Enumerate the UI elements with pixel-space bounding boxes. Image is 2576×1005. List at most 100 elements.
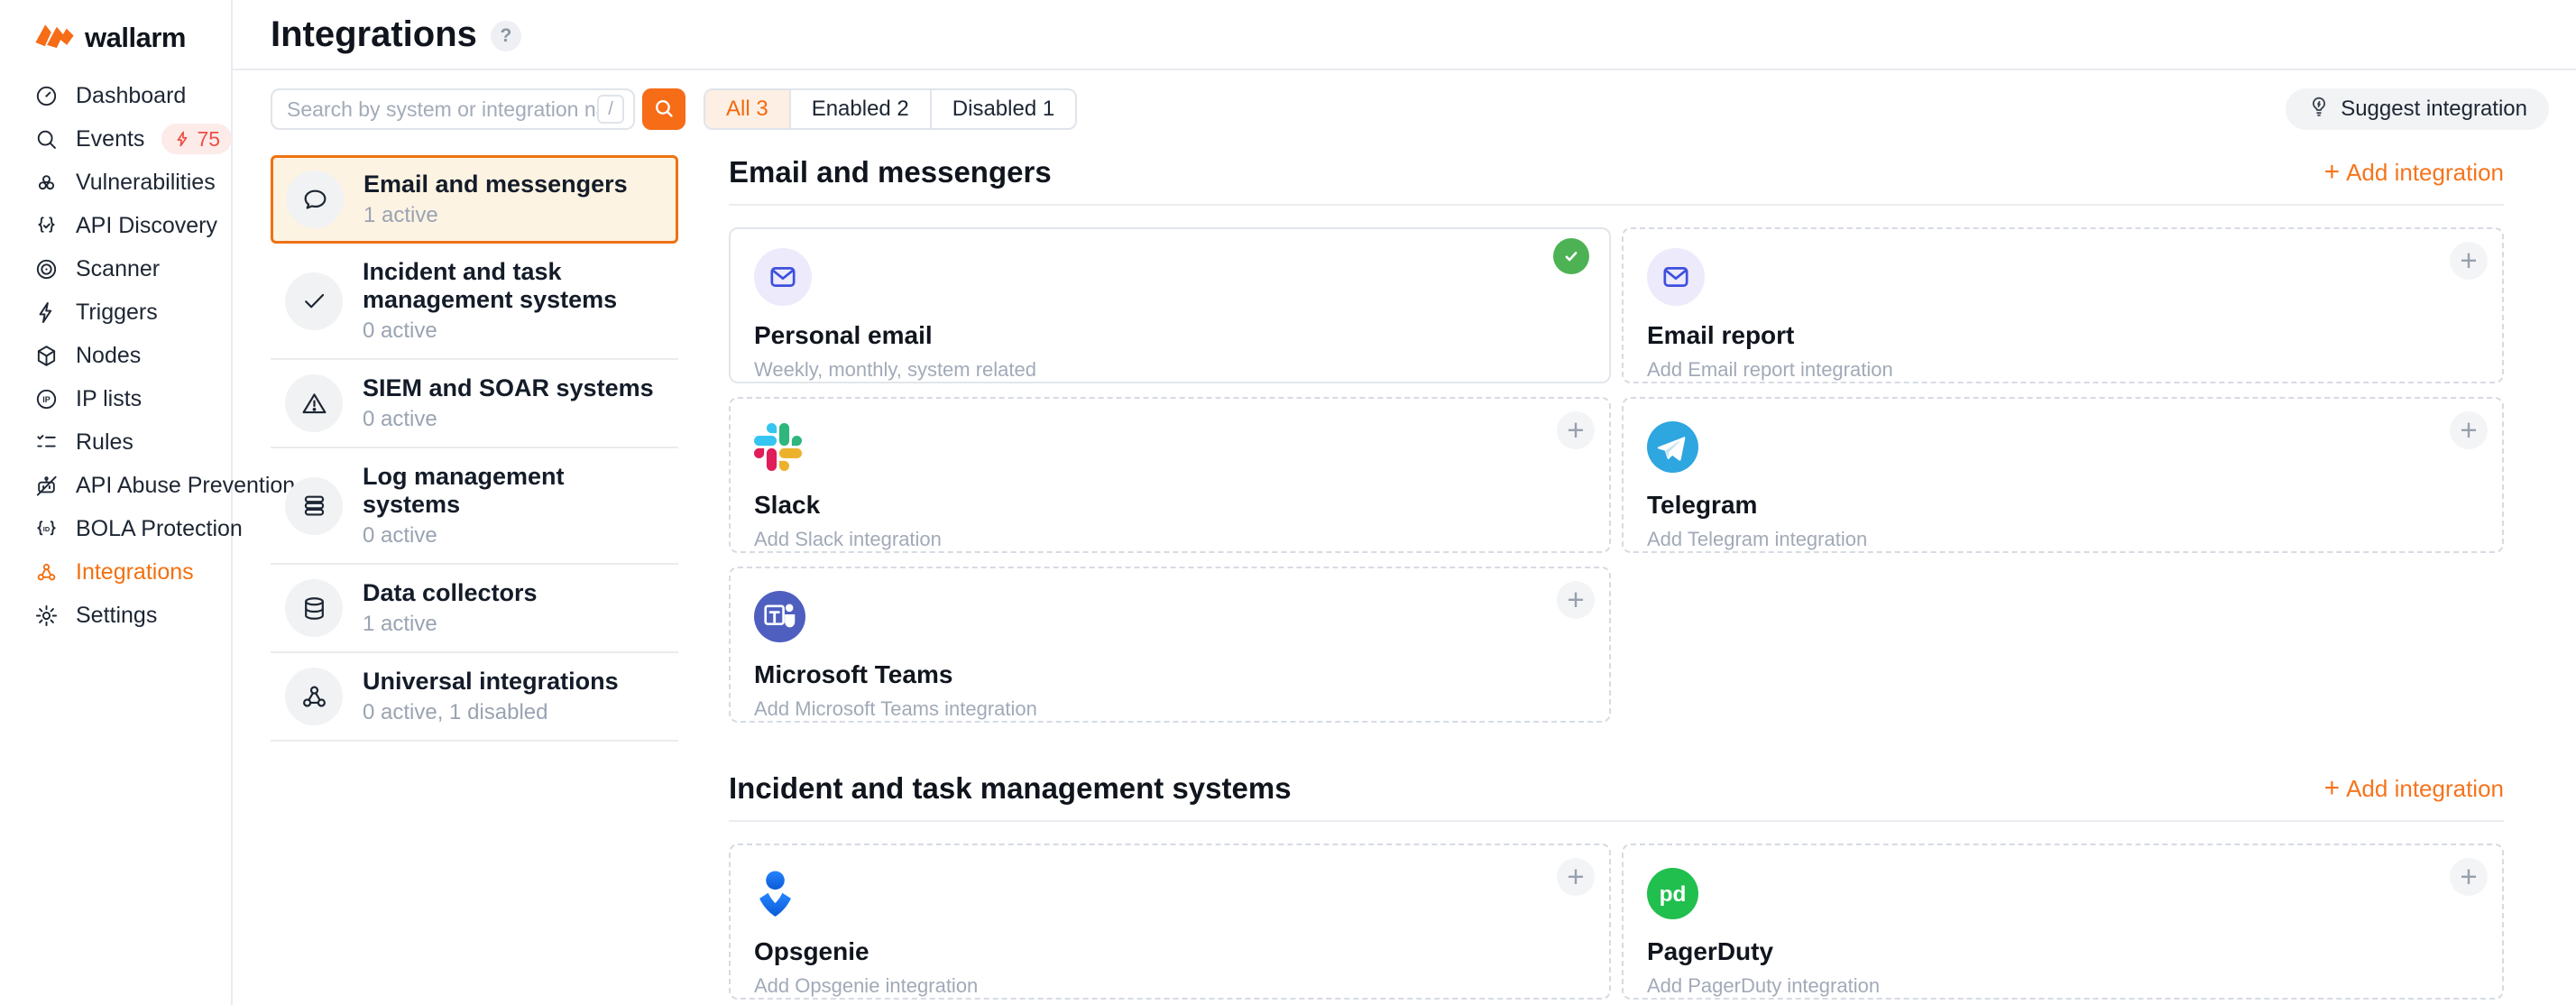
bola-icon: ID <box>34 517 59 541</box>
section-title: Incident and task management systems <box>729 771 1292 806</box>
section-incident-and-task-management-systems: Incident and task management systems + A… <box>729 771 2504 1000</box>
database-icon <box>285 579 343 637</box>
filter-group: All 3Enabled 2Disabled 1 <box>704 88 1077 130</box>
sidebar-item-integrations[interactable]: Integrations <box>0 550 231 594</box>
help-icon[interactable]: ? <box>491 21 521 51</box>
category-item-email-and-messengers[interactable]: Email and messengers 1 active <box>271 155 678 244</box>
category-item-data-collectors[interactable]: Data collectors 1 active <box>271 565 678 653</box>
sidebar-item-ip-lists[interactable]: IP IP lists <box>0 377 231 420</box>
sidebar-item-bola-protection[interactable]: ID BOLA Protection <box>0 507 231 550</box>
sidebar-item-rules[interactable]: Rules <box>0 420 231 464</box>
sidebar-item-settings[interactable]: Settings <box>0 594 231 637</box>
integration-card-opsgenie[interactable]: Opsgenie Add Opsgenie integration + <box>729 844 1611 1000</box>
sidebar-nav: Dashboard Events 75 Vulnerabilities API … <box>0 74 231 637</box>
triggers-icon <box>34 300 59 325</box>
integration-card-email-report[interactable]: Email report Add Email report integratio… <box>1622 227 2504 383</box>
toolbar: / All 3Enabled 2Disabled 1 Suggest integ… <box>233 88 2576 130</box>
svg-text:pd: pd <box>1660 882 1687 907</box>
vulnerabilities-icon <box>34 171 59 195</box>
email-icon <box>754 247 1586 307</box>
log-stack-icon <box>285 477 343 535</box>
api-abuse-icon <box>34 474 59 498</box>
filter-enabled-2[interactable]: Enabled 2 <box>789 90 930 128</box>
sidebar-item-nodes[interactable]: Nodes <box>0 334 231 377</box>
search-input[interactable] <box>287 97 597 122</box>
add-integration-button[interactable]: + <box>2450 411 2488 449</box>
pagerduty-icon: pd <box>1647 863 2479 923</box>
scanner-icon <box>34 257 59 281</box>
content: Email and messengers 1 active Incident a… <box>233 155 2576 1005</box>
add-integration-button[interactable]: + <box>1557 858 1595 896</box>
add-integration-link[interactable]: + Add integration <box>2324 775 2504 803</box>
search-icon <box>652 97 676 123</box>
sidebar-item-scanner[interactable]: Scanner <box>0 247 231 290</box>
section-divider <box>729 204 2504 206</box>
sidebar: wallarm Dashboard Events 75 Vulnerabilit… <box>0 0 233 1005</box>
plus-icon: + <box>2324 777 2341 800</box>
lightning-icon <box>173 130 191 148</box>
add-integration-link[interactable]: + Add integration <box>2324 159 2504 187</box>
sidebar-item-dashboard[interactable]: Dashboard <box>0 74 231 117</box>
main-area: Integrations ? / All 3Enabled 2Disabled … <box>233 0 2576 1005</box>
category-item-log-management-systems[interactable]: Log management systems 0 active <box>271 448 678 565</box>
sidebar-item-vulnerabilities[interactable]: Vulnerabilities <box>0 161 231 204</box>
integration-sections: Email and messengers + Add integration P… <box>729 155 2504 1000</box>
filter-all-3[interactable]: All 3 <box>705 90 789 128</box>
search-button[interactable] <box>642 88 685 130</box>
category-item-siem-and-soar-systems[interactable]: SIEM and SOAR systems 0 active <box>271 360 678 448</box>
chat-icon <box>286 171 344 228</box>
settings-icon <box>34 604 59 628</box>
sidebar-item-api-discovery[interactable]: API Discovery <box>0 204 231 247</box>
integrations-page: wallarm Dashboard Events 75 Vulnerabilit… <box>0 0 2576 1005</box>
filter-disabled-1[interactable]: Disabled 1 <box>930 90 1075 128</box>
sidebar-item-triggers[interactable]: Triggers <box>0 290 231 334</box>
add-integration-button[interactable]: + <box>1557 411 1595 449</box>
search-icon <box>34 127 59 152</box>
warning-icon <box>285 374 343 432</box>
search-box: / <box>271 88 635 130</box>
category-item-incident-and-task-management-systems[interactable]: Incident and task management systems 0 a… <box>271 244 678 360</box>
integration-card-microsoft-teams[interactable]: Microsoft Teams Add Microsoft Teams inte… <box>729 567 1611 723</box>
check-icon <box>285 272 343 330</box>
webhook-icon <box>285 668 343 725</box>
enabled-check-badge <box>1553 238 1589 274</box>
events-count-badge: 75 <box>161 124 232 154</box>
lightbulb-icon <box>2307 95 2331 124</box>
slack-icon <box>754 417 1586 476</box>
integration-card-pagerduty[interactable]: pd PagerDuty Add PagerDuty integration + <box>1622 844 2504 1000</box>
add-integration-button[interactable]: + <box>2450 242 2488 280</box>
add-integration-button[interactable]: + <box>2450 858 2488 896</box>
brand-name: wallarm <box>85 22 186 54</box>
slash-shortcut-key: / <box>597 95 624 124</box>
category-list: Email and messengers 1 active Incident a… <box>271 155 678 742</box>
integration-card-telegram[interactable]: Telegram Add Telegram integration + <box>1622 397 2504 553</box>
sidebar-item-api-abuse-prevention[interactable]: API Abuse Prevention <box>0 464 231 507</box>
category-item-universal-integrations[interactable]: Universal integrations 0 active, 1 disab… <box>271 653 678 742</box>
section-title: Email and messengers <box>729 155 1052 189</box>
api-discovery-icon <box>34 214 59 238</box>
dashboard-icon <box>34 84 59 108</box>
page-title: Integrations <box>271 14 477 55</box>
integrations-icon <box>34 560 59 585</box>
rules-icon <box>34 430 59 455</box>
integration-card-slack[interactable]: Slack Add Slack integration + <box>729 397 1611 553</box>
telegram-icon <box>1647 417 2479 476</box>
wallarm-logo-icon <box>34 23 76 54</box>
suggest-integration-button[interactable]: Suggest integration <box>2286 88 2549 130</box>
page-header: Integrations ? <box>233 0 2576 70</box>
opsgenie-icon <box>754 863 1586 923</box>
sidebar-item-events[interactable]: Events 75 <box>0 117 231 161</box>
email-icon <box>1647 247 2479 307</box>
add-integration-button[interactable]: + <box>1557 581 1595 619</box>
ip-lists-icon: IP <box>34 387 59 411</box>
suggest-integration-label: Suggest integration <box>2341 97 2527 122</box>
wallarm-logo[interactable]: wallarm <box>34 22 231 54</box>
teams-icon <box>754 586 1586 646</box>
nodes-icon <box>34 344 59 368</box>
section-email-and-messengers: Email and messengers + Add integration P… <box>729 155 2504 723</box>
section-divider <box>729 820 2504 822</box>
plus-icon: + <box>2324 161 2341 184</box>
svg-text:ID: ID <box>43 525 51 533</box>
integration-card-personal-email[interactable]: Personal email Weekly, monthly, system r… <box>729 227 1611 383</box>
svg-text:IP: IP <box>42 394 51 403</box>
